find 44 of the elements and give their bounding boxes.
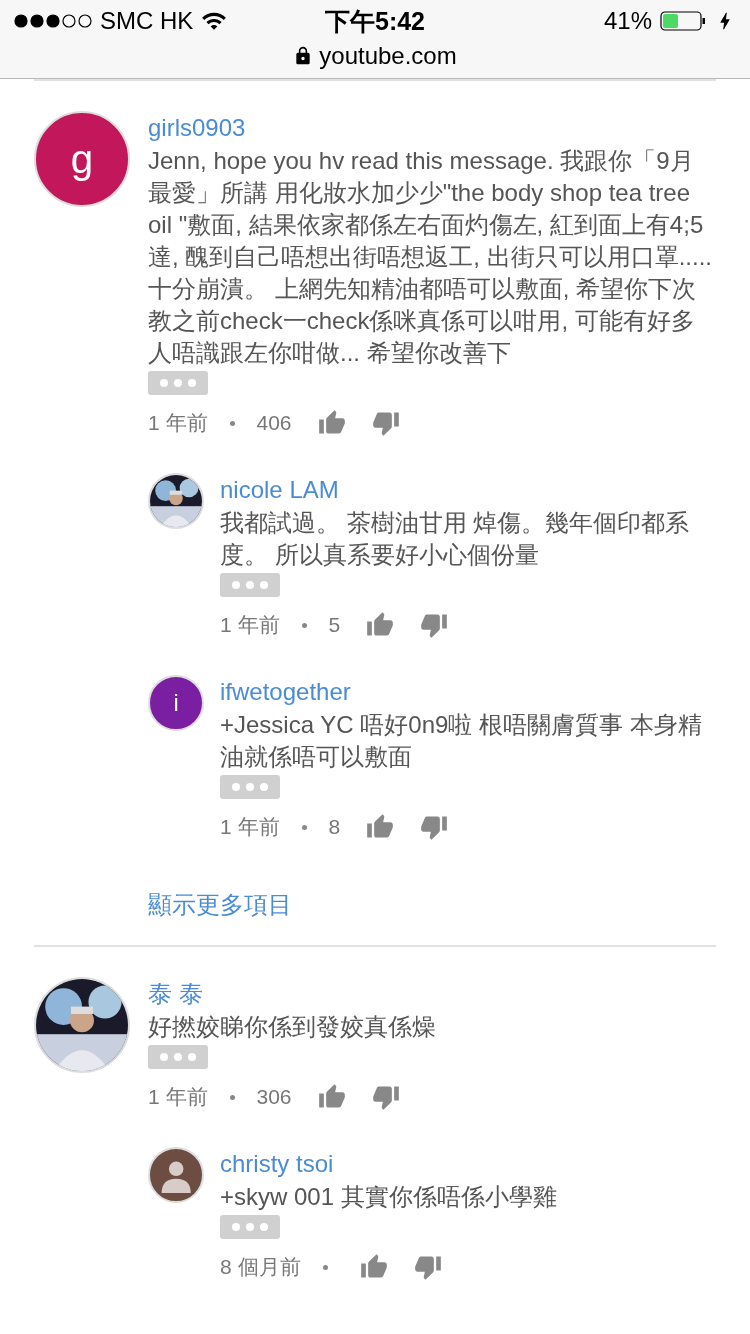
letter-avatar[interactable]: i (148, 675, 204, 731)
separator-dot (301, 622, 307, 628)
author-name[interactable]: girls0903 (148, 111, 246, 145)
thumbs-up-icon[interactable] (317, 409, 346, 437)
comment-text: +Jessica YC 唔好0n9啦 根唔關膚質事 本身精油就係唔可以敷面 (220, 710, 703, 772)
more-icon (232, 1223, 268, 1231)
like-count: 306 (256, 1085, 292, 1109)
separator-dot (229, 1094, 235, 1100)
thumbs-up-icon[interactable] (366, 611, 395, 639)
author-name[interactable]: 泰 泰 (148, 977, 203, 1011)
battery-percent: 41% (603, 7, 652, 35)
author-name[interactable]: nicole LAM (220, 473, 339, 507)
page-url[interactable]: youtube.com (319, 42, 457, 70)
default-avatar[interactable] (148, 1147, 204, 1203)
separator-dot (301, 824, 307, 830)
comment-age: 1 年前 (220, 814, 280, 840)
status-time: 下午5:42 (325, 5, 426, 37)
comment-text: 我都試過。 茶樹油甘用 焯傷。幾年個印都系度。 所以真系要好小心個份量 (220, 508, 691, 570)
comment-age: 1 年前 (148, 1084, 208, 1110)
thumbs-up-icon[interactable] (317, 1083, 346, 1111)
comment-age: 8 個月前 (220, 1254, 301, 1280)
more-icon (232, 783, 268, 791)
battery-icon (660, 11, 706, 31)
signal-icon (14, 14, 92, 28)
comment-text: 好撚姣睇你係到發姣真係燥 (148, 1012, 436, 1042)
like-count: 406 (256, 411, 292, 435)
comment-age: 1 年前 (220, 612, 280, 638)
separator-dot (322, 1264, 328, 1270)
comment-text: Jenn, hope you hv read this message. 我跟你「9月最愛」所講 用化妝水加少少"the body shop tea tree oil "敷面, 結果依家都係左右面灼傷左, 紅到面上有4;5達, 醜到自己唔想出街唔想返工, 出街只可以用口罩.....十分崩潰。 上網先知精油都唔可以敷面, 希望你下次教之前check一check係咪真係可以咁用, 可能有好多人唔識跟左你咁做... 希望你改善下 (148, 146, 713, 368)
comment-age: 1 年前 (148, 410, 208, 436)
more-icon (232, 581, 268, 589)
like-count: 8 (328, 815, 341, 839)
carrier-name: SMC HK (100, 7, 194, 35)
like-count: 5 (328, 613, 341, 637)
more-icon (160, 379, 196, 387)
author-name[interactable]: ifwetogether (220, 675, 351, 709)
author-name[interactable]: christy tsoi (220, 1147, 334, 1181)
show-more-link[interactable]: 顯示更多項目 (148, 889, 292, 921)
separator-dot (229, 420, 235, 426)
more-icon (160, 1053, 196, 1061)
letter-avatar[interactable]: g (34, 111, 130, 207)
thumbs-up-icon[interactable] (359, 1253, 388, 1281)
thumbs-up-icon[interactable] (366, 813, 395, 841)
comment-text: +skyw 001 其實你係唔係小學雞 (220, 1182, 557, 1212)
